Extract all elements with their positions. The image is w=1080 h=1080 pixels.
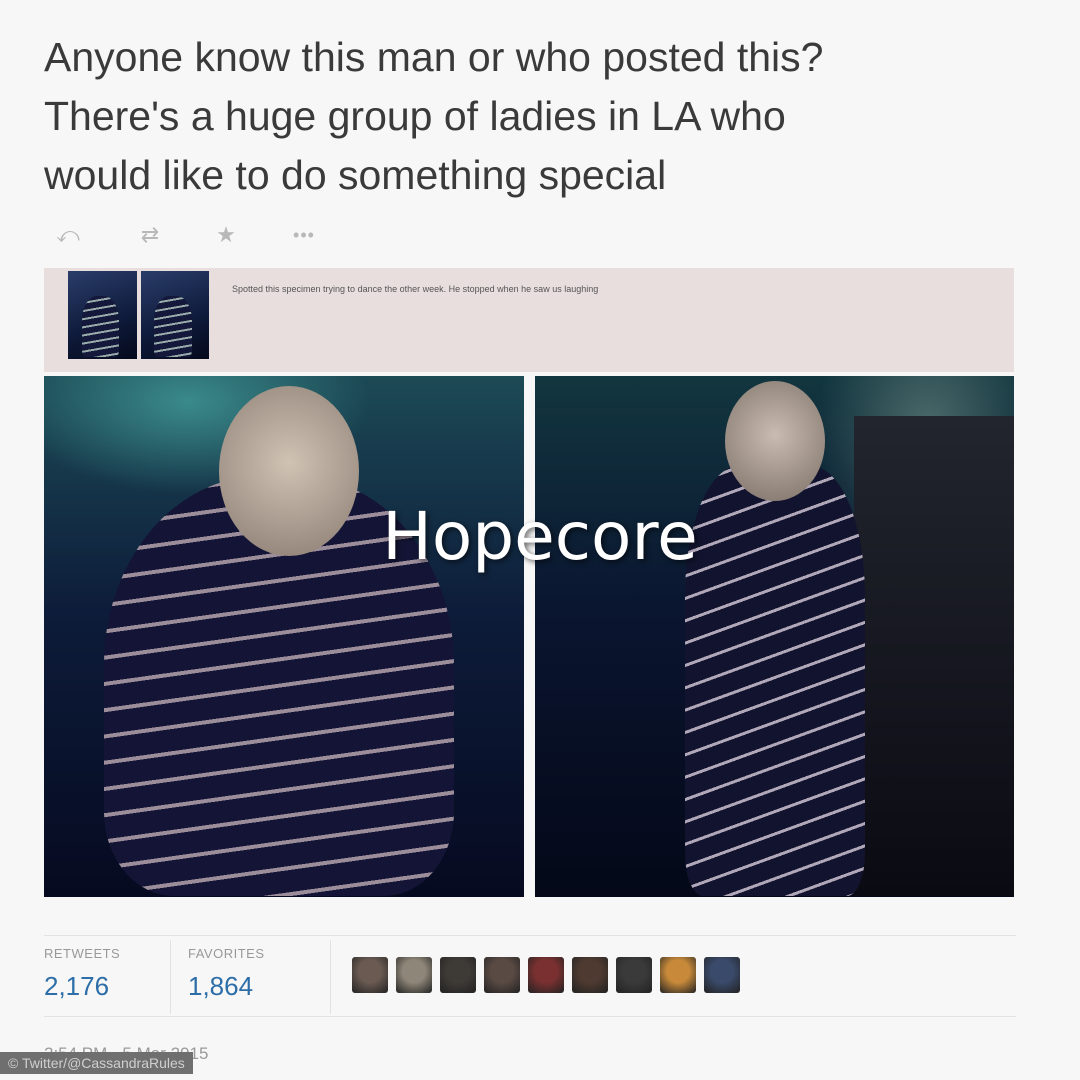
favorites-count: 1,864: [188, 971, 254, 1001]
avatar[interactable]: [352, 957, 388, 993]
retweets-count: 2,176: [44, 971, 110, 1001]
embedded-thumbnails: [68, 271, 209, 359]
avatar[interactable]: [440, 957, 476, 993]
tweet-actions: ⤺ ⇄ ★ •••: [48, 220, 324, 250]
avatar[interactable]: [484, 957, 520, 993]
star-icon[interactable]: ★: [206, 222, 246, 248]
favorites-label: FAVORITES: [188, 946, 265, 961]
retweet-icon[interactable]: ⇄: [130, 222, 170, 248]
embedded-thumbnail[interactable]: [68, 271, 137, 359]
divider: [44, 935, 1016, 936]
tweet-text-line: Anyone know this man or who posted this?: [44, 34, 824, 80]
tweet-photo-right[interactable]: [535, 376, 1014, 897]
photo-crowd: [854, 416, 1014, 896]
avatar[interactable]: [396, 957, 432, 993]
favoriter-avatars: [352, 957, 740, 993]
divider: [170, 940, 171, 1014]
tweet-text-line: would like to do something special: [44, 152, 667, 198]
avatar[interactable]: [660, 957, 696, 993]
divider: [44, 1016, 1016, 1017]
hopecore-watermark: Hopecore: [382, 498, 698, 575]
retweets-label: RETWEETS: [44, 946, 121, 961]
reply-icon[interactable]: ⤺: [48, 222, 88, 248]
photo-subject-head: [725, 381, 825, 501]
avatar[interactable]: [528, 957, 564, 993]
image-credit: © Twitter/@CassandraRules: [0, 1052, 193, 1074]
divider: [330, 940, 331, 1014]
avatar[interactable]: [616, 957, 652, 993]
avatar[interactable]: [572, 957, 608, 993]
tweet-text: Anyone know this man or who posted this?…: [44, 28, 1044, 205]
embedded-post: Spotted this specimen trying to dance th…: [44, 268, 1014, 372]
tweet-photo-left[interactable]: [44, 376, 524, 897]
tweet-text-line: There's a huge group of ladies in LA who: [44, 93, 786, 139]
favorites-stat[interactable]: FAVORITES 1,864: [188, 946, 265, 1002]
embedded-thumbnail[interactable]: [140, 271, 209, 359]
more-icon[interactable]: •••: [284, 225, 324, 246]
embedded-caption: Spotted this specimen trying to dance th…: [232, 284, 599, 294]
retweets-stat[interactable]: RETWEETS 2,176: [44, 946, 120, 1002]
avatar[interactable]: [704, 957, 740, 993]
